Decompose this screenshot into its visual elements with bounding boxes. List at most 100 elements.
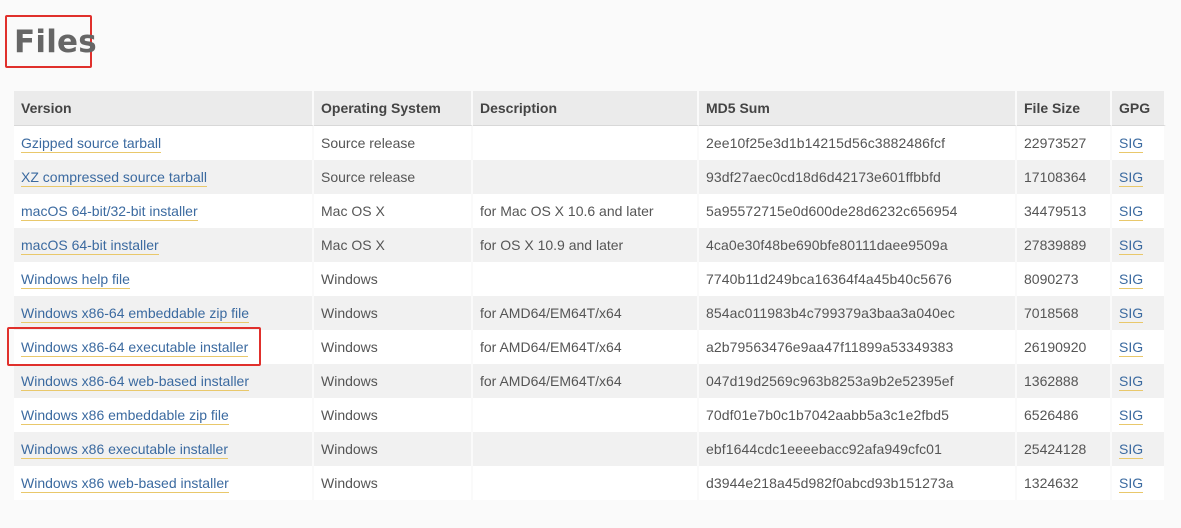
gpg-cell: SIG: [1112, 330, 1166, 364]
description-cell: [473, 126, 699, 160]
os-cell: Windows: [314, 262, 473, 296]
md5-cell: 047d19d2569c963b8253a9b2e52395ef: [699, 364, 1017, 398]
file-size-cell: 7018568: [1017, 296, 1112, 330]
file-size-cell: 8090273: [1017, 262, 1112, 296]
gpg-sig-link[interactable]: SIG: [1119, 237, 1144, 255]
table-row: Windows x86 executable installer Windows…: [14, 432, 1166, 466]
description-cell: for OS X 10.9 and later: [473, 228, 699, 262]
file-size-cell: 26190920: [1017, 330, 1112, 364]
gpg-cell: SIG: [1112, 228, 1166, 262]
gpg-cell: SIG: [1112, 432, 1166, 466]
gpg-cell: SIG: [1112, 398, 1166, 432]
table-row: Windows help file Windows 7740b11d249bca…: [14, 262, 1166, 296]
md5-cell: a2b79563476e9aa47f11899a53349383: [699, 330, 1017, 364]
os-cell: Mac OS X: [314, 228, 473, 262]
description-cell: for Mac OS X 10.6 and later: [473, 194, 699, 228]
section-title: Files: [14, 24, 97, 60]
md5-cell: 70df01e7b0c1b7042aabb5a3c1e2fbd5: [699, 398, 1017, 432]
os-cell: Source release: [314, 126, 473, 160]
file-size-cell: 22973527: [1017, 126, 1112, 160]
gpg-sig-link[interactable]: SIG: [1119, 339, 1144, 357]
gpg-cell: SIG: [1112, 364, 1166, 398]
version-link[interactable]: Windows x86-64 embeddable zip file: [21, 305, 250, 323]
version-link[interactable]: macOS 64-bit installer: [21, 237, 159, 255]
description-cell: [473, 160, 699, 194]
file-size-cell: 17108364: [1017, 160, 1112, 194]
header-version: Version: [14, 91, 314, 126]
os-cell: Windows: [314, 330, 473, 364]
gpg-sig-link[interactable]: SIG: [1119, 407, 1144, 425]
gpg-cell: SIG: [1112, 126, 1166, 160]
version-cell: Windows x86-64 embeddable zip file: [14, 296, 314, 330]
description-cell: [473, 398, 699, 432]
version-cell: Windows x86-64 web-based installer: [14, 364, 314, 398]
version-link[interactable]: Windows x86-64 web-based installer: [21, 373, 249, 391]
table-row: Windows x86-64 embeddable zip file Windo…: [14, 296, 1166, 330]
os-cell: Windows: [314, 432, 473, 466]
version-link[interactable]: XZ compressed source tarball: [21, 169, 207, 187]
os-cell: Windows: [314, 296, 473, 330]
md5-cell: 2ee10f25e3d1b14215d56c3882486fcf: [699, 126, 1017, 160]
gpg-cell: SIG: [1112, 466, 1166, 500]
gpg-sig-link[interactable]: SIG: [1119, 271, 1144, 289]
gpg-sig-link[interactable]: SIG: [1119, 441, 1144, 459]
file-size-cell: 34479513: [1017, 194, 1112, 228]
file-size-cell: 1324632: [1017, 466, 1112, 500]
version-link[interactable]: Windows x86 web-based installer: [21, 475, 229, 493]
table-body: Gzipped source tarball Source release 2e…: [14, 126, 1166, 500]
description-cell: [473, 466, 699, 500]
file-size-cell: 25424128: [1017, 432, 1112, 466]
os-cell: Windows: [314, 466, 473, 500]
file-size-cell: 6526486: [1017, 398, 1112, 432]
md5-cell: 93df27aec0cd18d6d42173e601ffbbfd: [699, 160, 1017, 194]
files-table: Version Operating System Description MD5…: [14, 91, 1166, 500]
gpg-sig-link[interactable]: SIG: [1119, 475, 1144, 493]
version-cell: Windows x86 web-based installer: [14, 466, 314, 500]
version-cell: macOS 64-bit/32-bit installer: [14, 194, 314, 228]
md5-cell: 854ac011983b4c799379a3baa3a040ec: [699, 296, 1017, 330]
description-cell: for AMD64/EM64T/x64: [473, 296, 699, 330]
os-cell: Windows: [314, 398, 473, 432]
version-link[interactable]: Windows x86 embeddable zip file: [21, 407, 229, 425]
gpg-sig-link[interactable]: SIG: [1119, 135, 1144, 153]
md5-cell: d3944e218a45d982f0abcd93b151273a: [699, 466, 1017, 500]
table-row: Windows x86-64 executable installer Wind…: [14, 330, 1166, 364]
file-size-cell: 27839889: [1017, 228, 1112, 262]
table-row: Windows x86-64 web-based installer Windo…: [14, 364, 1166, 398]
description-cell: for AMD64/EM64T/x64: [473, 330, 699, 364]
gpg-sig-link[interactable]: SIG: [1119, 169, 1144, 187]
version-link[interactable]: Windows help file: [21, 271, 130, 289]
description-cell: [473, 432, 699, 466]
description-cell: for AMD64/EM64T/x64: [473, 364, 699, 398]
header-description: Description: [473, 91, 699, 126]
version-link[interactable]: Windows x86 executable installer: [21, 441, 228, 459]
table-row: macOS 64-bit installer Mac OS X for OS X…: [14, 228, 1166, 262]
table-row: Windows x86 web-based installer Windows …: [14, 466, 1166, 500]
version-link[interactable]: macOS 64-bit/32-bit installer: [21, 203, 198, 221]
table-row: Windows x86 embeddable zip file Windows …: [14, 398, 1166, 432]
gpg-sig-link[interactable]: SIG: [1119, 373, 1144, 391]
description-cell: [473, 262, 699, 296]
os-cell: Windows: [314, 364, 473, 398]
version-cell: Gzipped source tarball: [14, 126, 314, 160]
version-link[interactable]: Windows x86-64 executable installer: [21, 339, 249, 357]
header-operating-system: Operating System: [314, 91, 473, 126]
gpg-sig-link[interactable]: SIG: [1119, 305, 1144, 323]
version-cell: Windows help file: [14, 262, 314, 296]
md5-cell: 4ca0e30f48be690bfe80111daee9509a: [699, 228, 1017, 262]
version-cell: macOS 64-bit installer: [14, 228, 314, 262]
os-cell: Mac OS X: [314, 194, 473, 228]
version-cell: Windows x86 executable installer: [14, 432, 314, 466]
os-cell: Source release: [314, 160, 473, 194]
version-cell: Windows x86 embeddable zip file: [14, 398, 314, 432]
table-row: XZ compressed source tarball Source rele…: [14, 160, 1166, 194]
file-size-cell: 1362888: [1017, 364, 1112, 398]
table-header-row: Version Operating System Description MD5…: [14, 91, 1166, 126]
gpg-cell: SIG: [1112, 262, 1166, 296]
downloads-page: Files Version Operating System Descripti…: [0, 0, 1181, 528]
gpg-sig-link[interactable]: SIG: [1119, 203, 1144, 221]
gpg-cell: SIG: [1112, 296, 1166, 330]
version-cell: XZ compressed source tarball: [14, 160, 314, 194]
table-row: Gzipped source tarball Source release 2e…: [14, 126, 1166, 160]
version-link[interactable]: Gzipped source tarball: [21, 135, 162, 153]
